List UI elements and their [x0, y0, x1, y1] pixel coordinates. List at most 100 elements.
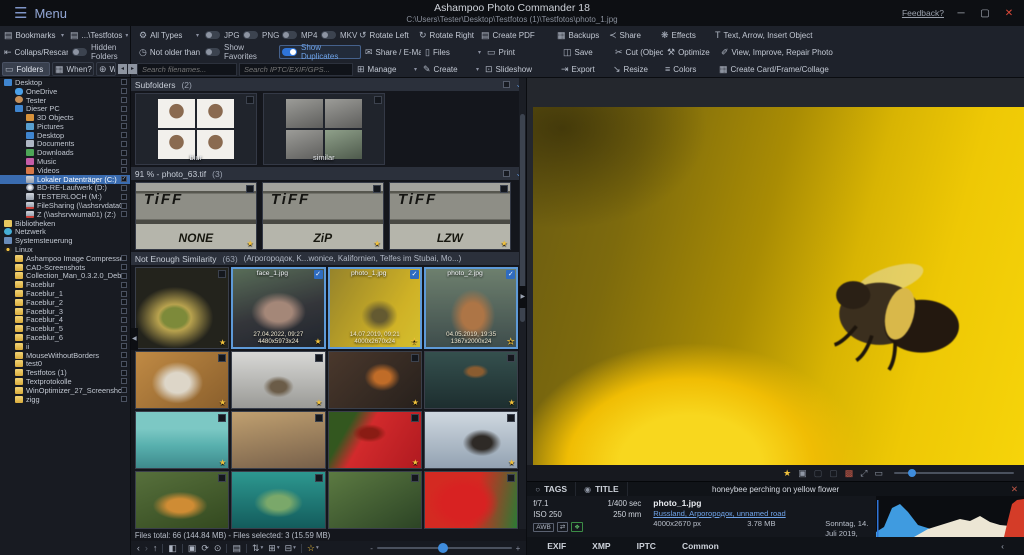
thumbnail-wading-bird[interactable]: ★ [135, 411, 229, 469]
tree-item-onedrive[interactable]: OneDrive [0, 87, 130, 96]
location-link[interactable]: Russland, Агрогородок, unnamed road [653, 509, 870, 518]
maximize-button[interactable]: ▢ [978, 8, 992, 19]
zoom-button[interactable]: ⊙ [214, 543, 222, 554]
fullscreen-icon[interactable]: ⤢ [860, 468, 867, 479]
section-header-duplicates[interactable]: 91 % - photo_63.tif (3) ⌄ [131, 167, 526, 180]
tree-item-cad-screenshots[interactable]: CAD-Screenshots [0, 263, 130, 272]
favorite-star-icon[interactable]: ★ [507, 337, 514, 346]
thumbnail-fox[interactable]: photo_2.jpg✓04.05.2019, 19:351367x2000x2… [424, 267, 518, 349]
folder-checkbox[interactable] [121, 167, 127, 173]
item-checkbox[interactable] [411, 354, 419, 362]
not-older-than-button[interactable]: ◷Not older than▾ [137, 45, 201, 59]
testfotos-bookmark-button[interactable]: ▤...\Testfotos▾ [68, 28, 128, 42]
create-card-frame-collage-button[interactable]: ▦Create Card/Frame/Collage [717, 62, 867, 76]
folder-checkbox[interactable] [121, 115, 127, 121]
folder-checkbox[interactable] [121, 282, 127, 288]
photo-bee-on-flower[interactable] [533, 107, 1024, 465]
collapse-right-pane-handle[interactable]: ▶ [519, 286, 526, 308]
item-checkbox[interactable] [411, 474, 419, 482]
folder-checkbox[interactable] [121, 343, 127, 349]
tab-exif[interactable]: EXIF [547, 541, 566, 551]
tab-xmp[interactable]: XMP [592, 541, 610, 551]
tree-item-faceblur-2[interactable]: Faceblur_2 [0, 298, 130, 307]
view-grid-button[interactable]: ⊞▾ [268, 543, 279, 554]
search-iptc-exif-gps-input[interactable] [239, 63, 353, 76]
item-checkbox[interactable] [507, 414, 515, 422]
backups-button[interactable]: ▦Backups [555, 28, 605, 42]
folder-checkbox[interactable] [121, 308, 127, 314]
folder-options-button[interactable]: ▤ [232, 543, 241, 554]
panel-layout-button[interactable]: ◧ [168, 543, 177, 554]
tree-item-faceblur-6[interactable]: Faceblur_6 [0, 333, 130, 342]
folder-checkbox[interactable] [121, 79, 127, 85]
tree-item-bd-re-laufwerk-d-[interactable]: BD-RE-Laufwerk (D:) [0, 184, 130, 193]
rotate-left-button[interactable]: ↺Rotate Left [357, 28, 415, 42]
folder-checkbox[interactable] [121, 378, 127, 384]
item-checkbox[interactable] [315, 474, 323, 482]
sort-button[interactable]: ⇅▾ [252, 543, 263, 554]
tree-item-bibliotheken[interactable]: Bibliotheken [0, 219, 130, 228]
slider-track[interactable] [377, 547, 512, 549]
favorite-star-icon[interactable]: ★ [219, 338, 226, 347]
tree-item-ashampoo-image-compressor[interactable]: Ashampoo Image Compressor [0, 254, 130, 263]
tree-item-filesharing-ashsrvdata01-u-[interactable]: FileSharing (\\ashsrvdata01) (U:) [0, 201, 130, 210]
resize-button[interactable]: ↘Resize [611, 62, 661, 76]
duplicate-zip[interactable]: TiFFZiP★ [262, 182, 384, 250]
duplicate-none[interactable]: TiFFNONE★ [135, 182, 257, 250]
preview-toggle-button[interactable]: ▣ [188, 543, 197, 554]
scroll-left-button[interactable]: ◂ [118, 64, 127, 74]
tree-item-mousewithoutborders[interactable]: MouseWithoutBorders [0, 351, 130, 360]
menu-button[interactable]: ☰ Menu [0, 0, 81, 26]
thumbnail-bee-flower[interactable]: photo_1.jpg✓14.07.2019, 09:214000x2670x2… [328, 267, 422, 349]
folder-checkbox[interactable] [121, 291, 127, 297]
tree-item-desktop[interactable]: Desktop [0, 78, 130, 87]
tree-item-systemsteuerung[interactable]: Systemsteuerung [0, 236, 130, 245]
tree-item-downloads[interactable]: Downloads [0, 148, 130, 157]
folder-checkbox[interactable] [121, 150, 127, 156]
tree-item-tester[interactable]: Tester [0, 96, 130, 105]
folder-checkbox[interactable] [121, 361, 127, 367]
thumbnail-portrait-face[interactable]: face_1.jpg✓27.04.2022, 09:274480x5973x24… [231, 267, 325, 349]
tab-when[interactable]: ▦When? [52, 62, 94, 76]
item-checkbox[interactable] [218, 354, 226, 362]
tree-item-3d-objects[interactable]: 3D Objects [0, 113, 130, 122]
show-favorites-toggle[interactable]: Show Favorites [203, 45, 277, 59]
tree-item-linux[interactable]: Linux [0, 245, 130, 254]
up-button[interactable]: ↑ [153, 543, 158, 553]
item-checkbox[interactable] [374, 96, 382, 104]
item-checkbox[interactable] [246, 185, 254, 193]
minimize-button[interactable]: ─ [954, 8, 968, 19]
folder-checkbox[interactable] [121, 317, 127, 323]
tab-common[interactable]: Common [682, 541, 719, 551]
folder-checkbox[interactable] [121, 97, 127, 103]
thumbnail-sea-turtle[interactable] [231, 471, 325, 529]
tab-folders[interactable]: ▭Folders [2, 62, 50, 76]
close-button[interactable]: ✕ [1002, 8, 1016, 19]
folder-checkbox[interactable] [121, 326, 127, 332]
collapse-left-pane-handle[interactable]: ◀ [131, 328, 138, 350]
folder-checkbox[interactable] [121, 211, 127, 217]
tree-item-music[interactable]: Music [0, 157, 130, 166]
share-email-button[interactable]: ✉Share / E-Mail [363, 45, 421, 59]
rotate-right-button[interactable]: ↻Rotate Right [417, 28, 477, 42]
item-checkbox[interactable] [411, 414, 419, 422]
forward-button[interactable]: › [145, 543, 148, 553]
thumbnail-ducks-water[interactable]: ★ [424, 351, 518, 409]
preview-zoom-slider[interactable] [894, 472, 1014, 474]
section-header-similarity[interactable]: Not Enough Similarity (63) (Агрогородок,… [131, 252, 526, 265]
print-button[interactable]: ▭Print [485, 45, 559, 59]
thumbnails-icon[interactable]: ▢ [814, 468, 823, 479]
folder-checkbox[interactable] [121, 255, 127, 261]
search-filenames-input[interactable] [137, 63, 237, 76]
tree-item-winoptimizer-27-screenshots[interactable]: WinOptimizer_27_Screenshots [0, 386, 130, 395]
thumbnail-parrot[interactable] [424, 471, 518, 529]
subfolder-similar[interactable]: similar [263, 93, 385, 165]
favorite-star-icon[interactable]: ★ [508, 458, 515, 467]
folder-checkbox[interactable] [121, 194, 127, 200]
thumbnail-ladybug-flower[interactable]: ★ [328, 411, 422, 469]
all-types-button[interactable]: ⚙All Types▾ [137, 28, 201, 42]
tree-item-faceblur-4[interactable]: Faceblur_4 [0, 316, 130, 325]
folder-checkbox[interactable] [121, 264, 127, 270]
collaps-rescan-button[interactable]: ⇤Collaps/Rescan [2, 45, 68, 59]
folder-checkbox[interactable] [121, 352, 127, 358]
